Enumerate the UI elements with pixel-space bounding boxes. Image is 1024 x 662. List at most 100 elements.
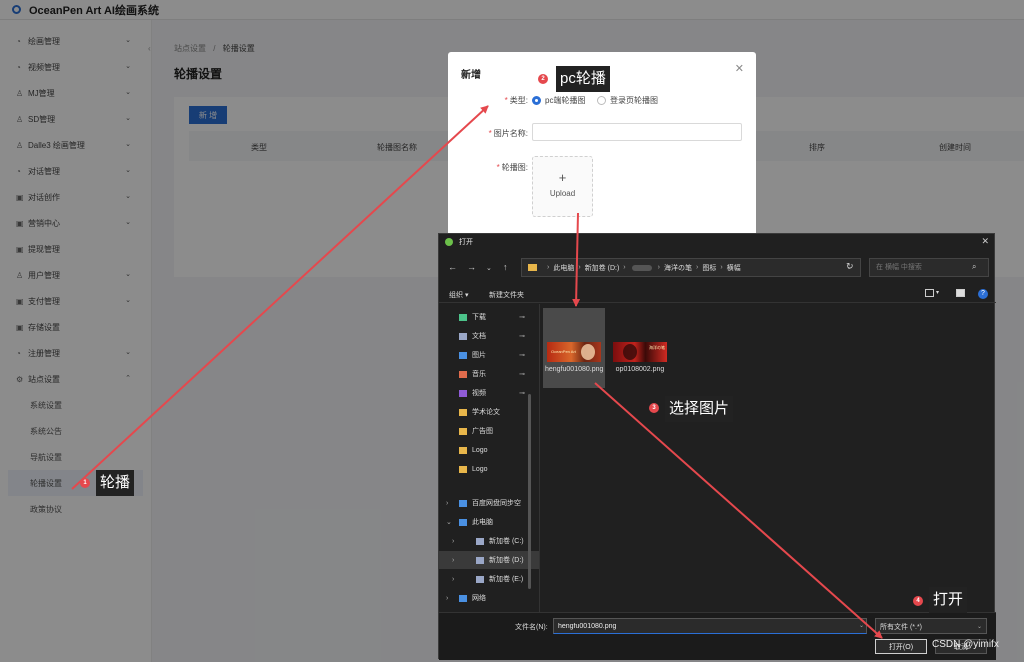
tree-item-label: 新加卷 (D:) xyxy=(489,557,524,564)
pin-icon[interactable]: ⊸ xyxy=(519,351,525,359)
dialog-title: 新增 xyxy=(461,70,481,81)
path-segment[interactable]: 新加卷 (D:) xyxy=(585,263,620,273)
drive-icon xyxy=(459,594,467,602)
step-label-3: 选择图片 xyxy=(665,396,734,422)
address-bar-row: ← → ⌄ ↑ › 此电脑 › 新加卷 (D:) › › 海洋の笔 › 图标 ›… xyxy=(439,256,996,280)
file-toolbar: 组织 ▾ 新建文件夹 ▾ ? xyxy=(439,285,996,303)
file-dialog-title: 打开 xyxy=(459,239,473,246)
tree-item[interactable]: › 百度网盘同步空 xyxy=(439,494,539,512)
navigation-pane: 下载 ⊸ 文档 ⊸ 图片 ⊸ 音乐 ⊸ 视频 ⊸ 学术论文 广告图 Logo Logo › 百度网盘同步空 ⌄ 此… xyxy=(439,304,539,612)
drive-icon xyxy=(459,499,467,507)
file-name: op0108002.png xyxy=(615,366,665,373)
image-thumbnail: 海洋の笔 xyxy=(613,342,667,362)
filetype-value: 所有文件 (*.*) xyxy=(880,624,922,631)
pin-icon[interactable]: ⊸ xyxy=(519,313,525,321)
chevron-right-icon[interactable]: › xyxy=(446,595,448,602)
quick-access-item[interactable]: 广告图 xyxy=(439,422,539,440)
tree-item[interactable]: ⌄ 此电脑 xyxy=(439,513,539,531)
tree-item-label: 此电脑 xyxy=(472,519,493,526)
upload-button[interactable]: + Upload xyxy=(532,156,593,217)
forward-arrow-icon[interactable]: → xyxy=(467,262,476,272)
preview-pane-icon[interactable] xyxy=(956,289,965,297)
folder-icon xyxy=(459,408,467,416)
new-folder-button[interactable]: 新建文件夹 xyxy=(489,290,524,300)
chevron-right-icon[interactable]: › xyxy=(452,557,454,564)
tree-item-label: 百度网盘同步空 xyxy=(472,500,521,507)
view-mode-icon[interactable] xyxy=(925,289,934,297)
chevron-down-icon[interactable]: ⌄ xyxy=(859,622,864,629)
filename-input[interactable] xyxy=(553,618,867,634)
quick-access-label: 文档 xyxy=(472,333,486,340)
filetype-select[interactable]: 所有文件 (*.*) ⌄ xyxy=(875,618,987,634)
folder-icon xyxy=(459,427,467,435)
open-button[interactable]: 打开(O) xyxy=(875,639,927,654)
drive-icon xyxy=(476,575,484,583)
pin-icon[interactable]: ⊸ xyxy=(519,389,525,397)
file-open-dialog: 打开 ✕ ← → ⌄ ↑ › 此电脑 › 新加卷 (D:) › › 海洋の笔 ›… xyxy=(438,233,996,660)
organize-menu[interactable]: 组织 ▾ xyxy=(449,290,468,300)
chevron-right-icon[interactable]: › xyxy=(452,576,454,583)
chevron-down-icon[interactable]: ▾ xyxy=(936,289,939,296)
type-label: * 类型: xyxy=(504,96,528,105)
chevron-down-icon[interactable]: ⌄ xyxy=(446,518,452,526)
quick-access-item[interactable]: 文档 ⊸ xyxy=(439,327,539,345)
chevron-right-icon[interactable]: › xyxy=(452,538,454,545)
drive-icon xyxy=(476,537,484,545)
file-item[interactable]: OceanPen Art hengfu001080.png xyxy=(543,308,605,388)
folder-icon xyxy=(459,370,467,378)
quick-access-item[interactable]: 视频 ⊸ xyxy=(439,384,539,402)
quick-access-label: Logo xyxy=(472,465,488,473)
folder-icon xyxy=(459,313,467,321)
refresh-icon[interactable]: ↻ xyxy=(846,261,854,272)
quick-access-item[interactable]: Logo xyxy=(439,460,539,478)
address-path[interactable]: › 此电脑 › 新加卷 (D:) › › 海洋の笔 › 图标 › 横幅 ⌄ xyxy=(521,258,861,277)
path-segment[interactable]: 海洋の笔 xyxy=(664,263,692,273)
search-input[interactable] xyxy=(869,258,989,277)
redacted-segment xyxy=(631,264,652,271)
radio-checked-icon xyxy=(532,96,541,105)
close-icon[interactable]: ✕ xyxy=(981,236,989,247)
tree-item[interactable]: › 网络 xyxy=(439,589,539,607)
tree-item[interactable]: › 新加卷 (D:) xyxy=(439,551,539,569)
quick-access-item[interactable]: 下载 ⊸ xyxy=(439,308,539,326)
tree-item[interactable]: › 新加卷 (C:) xyxy=(439,532,539,550)
pin-icon[interactable]: ⊸ xyxy=(519,332,525,340)
image-name-input[interactable] xyxy=(532,123,742,141)
pin-icon[interactable]: ⊸ xyxy=(519,370,525,378)
up-arrow-icon[interactable]: ↑ xyxy=(503,262,508,272)
radio-pc-carousel[interactable]: pc端轮播图 xyxy=(532,95,585,106)
quick-access-label: 视频 xyxy=(472,390,486,397)
plus-icon: + xyxy=(558,170,567,185)
path-segment[interactable]: 横幅 xyxy=(727,263,741,273)
help-icon[interactable]: ? xyxy=(978,289,988,299)
close-icon[interactable]: ✕ xyxy=(735,62,744,75)
radio-login-carousel[interactable]: 登录页轮播图 xyxy=(597,95,658,106)
back-arrow-icon[interactable]: ← xyxy=(448,262,457,272)
path-segment[interactable]: 此电脑 xyxy=(553,263,574,273)
tree-item-label: 网络 xyxy=(472,595,486,602)
quick-access-item[interactable]: 音乐 ⊸ xyxy=(439,365,539,383)
carousel-image-label: * 轮播图: xyxy=(496,163,528,172)
image-name-label: * 图片名称: xyxy=(488,129,528,138)
recent-dropdown-icon[interactable]: ⌄ xyxy=(486,264,492,272)
tree-item[interactable]: › 新加卷 (E:) xyxy=(439,570,539,588)
path-segment[interactable]: 图标 xyxy=(702,263,716,273)
step-label-4: 打开 xyxy=(929,587,968,613)
file-item[interactable]: 海洋の笔 op0108002.png xyxy=(609,308,671,388)
nav-scrollbar[interactable] xyxy=(528,394,531,589)
file-list: OceanPen Art hengfu001080.png 海洋の笔 op010… xyxy=(540,304,995,612)
drive-icon xyxy=(476,556,484,564)
radio-unchecked-icon xyxy=(597,96,606,105)
upload-text: Upload xyxy=(549,189,576,198)
search-icon: ⌕ xyxy=(972,262,977,271)
quick-access-label: 音乐 xyxy=(472,371,486,378)
folder-icon xyxy=(459,332,467,340)
quick-access-item[interactable]: 学术论文 xyxy=(439,403,539,421)
quick-access-item[interactable]: Logo xyxy=(439,441,539,459)
chevron-down-icon: ⌄ xyxy=(976,624,982,630)
file-dialog-titlebar: 打开 xyxy=(439,234,996,250)
drive-icon xyxy=(459,518,467,526)
tree-item-label: 新加卷 (C:) xyxy=(489,538,524,545)
quick-access-item[interactable]: 图片 ⊸ xyxy=(439,346,539,364)
chevron-right-icon[interactable]: › xyxy=(446,500,448,507)
